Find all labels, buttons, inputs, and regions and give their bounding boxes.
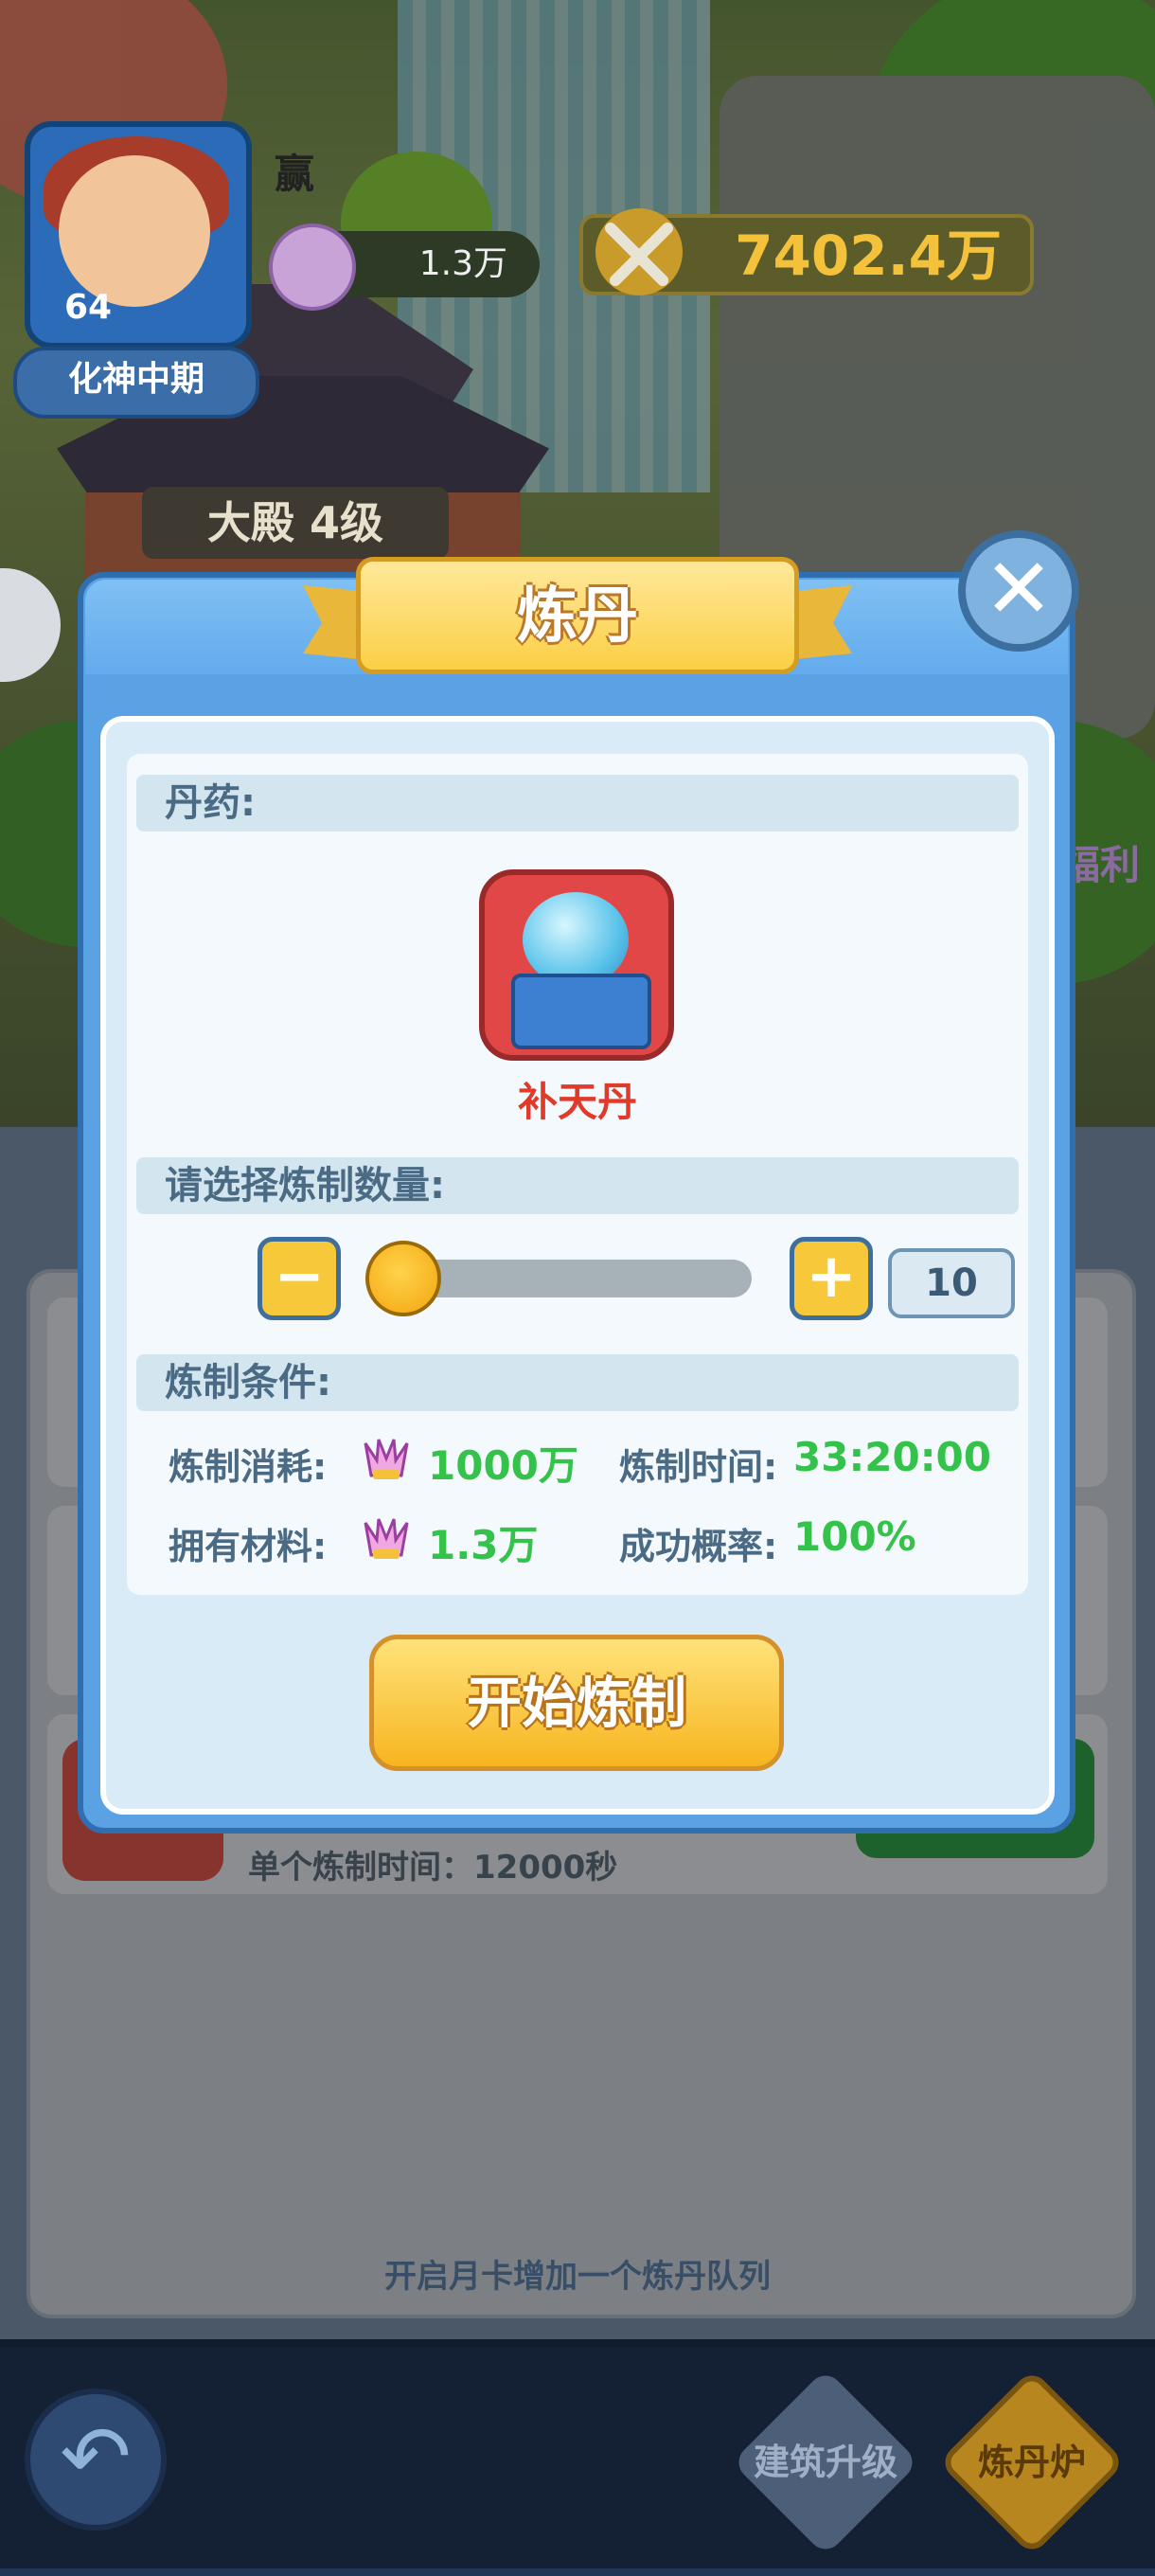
back-arrow-icon[interactable]: ↶ xyxy=(25,2388,167,2531)
spirit-grass-icon xyxy=(364,1518,409,1559)
building-level: 大殿 4级 xyxy=(142,487,449,559)
quantity-value[interactable]: 10 xyxy=(888,1248,1015,1318)
resource-add-icon[interactable] xyxy=(269,224,356,311)
success-label: 成功概率: xyxy=(619,1526,778,1567)
building-upgrade-button[interactable]: 建筑升级 xyxy=(731,2368,920,2557)
increment-button[interactable]: + xyxy=(790,1237,873,1320)
spirit-grass-icon xyxy=(364,1439,409,1479)
start-refining-button[interactable]: 开始炼制 xyxy=(369,1635,784,1771)
conditions-section-label: 炼制条件: xyxy=(136,1354,1019,1411)
decrement-button[interactable]: − xyxy=(258,1237,341,1320)
realm-badge: 化神中期 xyxy=(13,347,259,419)
player-level: 64 xyxy=(64,288,113,327)
owned-label: 拥有材料: xyxy=(169,1526,328,1567)
success-value: 100% xyxy=(793,1513,916,1560)
owned-value: 1.3万 xyxy=(428,1522,539,1568)
cost-label: 炼制消耗: xyxy=(169,1446,328,1488)
player-avatar[interactable]: 64 xyxy=(25,121,252,349)
crossed-swords-icon xyxy=(595,208,683,295)
dialog-title: 炼丹 xyxy=(517,581,638,652)
alchemy-furnace-label: 炼丹炉 xyxy=(977,2442,1086,2483)
cost-value: 1000万 xyxy=(428,1442,578,1489)
pill-icon[interactable] xyxy=(479,869,674,1061)
close-icon: ✕ xyxy=(984,540,1054,637)
close-button[interactable]: ✕ xyxy=(958,530,1079,652)
pill-section-label: 丹药: xyxy=(136,775,1019,832)
quantity-slider-handle[interactable] xyxy=(365,1241,441,1316)
quantity-section-label: 请选择炼制数量: xyxy=(136,1157,1019,1214)
time-label: 炼制时间: xyxy=(619,1446,778,1488)
time-value: 33:20:00 xyxy=(793,1434,991,1480)
player-name: 赢 xyxy=(275,151,315,197)
building-upgrade-label: 建筑升级 xyxy=(753,2442,897,2483)
alchemy-furnace-button[interactable]: 炼丹炉 xyxy=(937,2368,1127,2557)
plus-icon: + xyxy=(806,1242,857,1312)
pill-name: 补天丹 xyxy=(517,1079,637,1125)
minus-icon: − xyxy=(274,1242,325,1312)
